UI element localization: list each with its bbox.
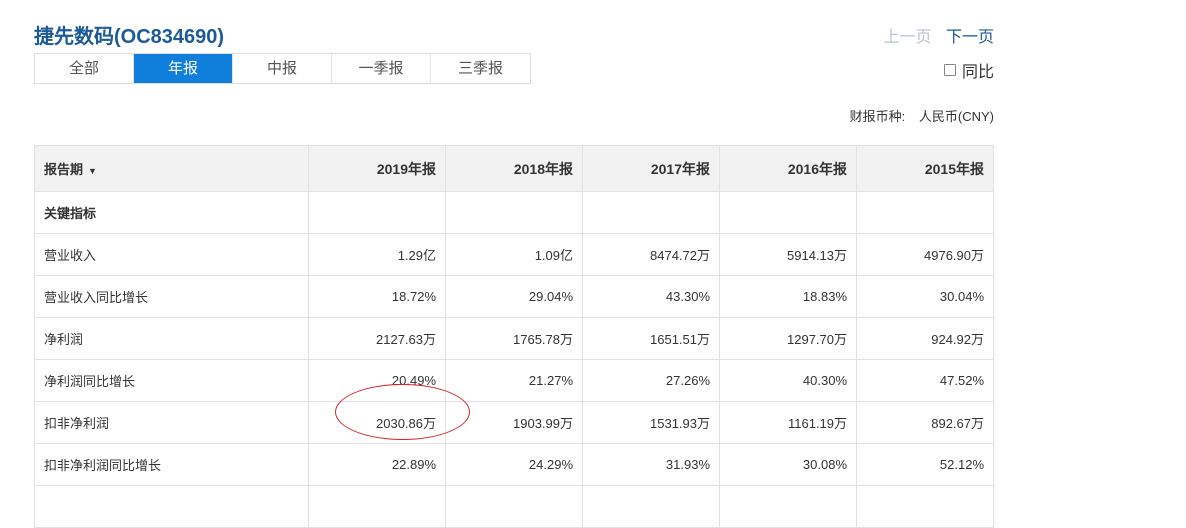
table-cell: 20.49%: [308, 359, 446, 402]
currency-label: 财报币种:: [849, 109, 906, 124]
table-cell: 1161.19万: [719, 401, 857, 444]
table-row: 营业收入同比增长 18.72% 29.04% 43.30% 18.83% 30.…: [34, 275, 994, 318]
table-cell: 18.83%: [719, 275, 857, 318]
table-cell: 22.89%: [308, 443, 446, 486]
table-cell: 4976.90万: [856, 233, 994, 276]
table-row: 扣非净利润同比增长 22.89% 24.29% 31.93% 30.08% 52…: [34, 443, 994, 486]
row-label: 净利润: [34, 317, 309, 360]
table-cell: 1531.93万: [582, 401, 720, 444]
table-cell: 924.92万: [856, 317, 994, 360]
table-header-row: 报告期 ▼ 2019年报 2018年报 2017年报 2016年报 2015年报: [34, 145, 994, 192]
table-cell: 40.30%: [719, 359, 857, 402]
column-header: 2015年报: [856, 145, 994, 192]
financial-table: 报告期 ▼ 2019年报 2018年报 2017年报 2016年报 2015年报 …: [34, 145, 994, 528]
next-page-link[interactable]: 下一页: [946, 29, 994, 46]
table-row: 扣非净利润 2030.86万 1903.99万 1531.93万 1161.19…: [34, 401, 994, 444]
report-period-label: 报告期: [44, 162, 84, 177]
table-cell: 21.27%: [445, 359, 583, 402]
table-cell: 2030.86万: [308, 401, 446, 444]
section-label: 关键指标: [34, 191, 309, 234]
table-cell: 43.30%: [582, 275, 720, 318]
row-label: 营业收入同比增长: [34, 275, 309, 318]
table-row-partial: [34, 485, 994, 528]
table-cell: 47.52%: [856, 359, 994, 402]
table-cell: 1651.51万: [582, 317, 720, 360]
table-cell: 5914.13万: [719, 233, 857, 276]
section-row: 关键指标: [34, 191, 994, 234]
table-row: 净利润同比增长 20.49% 21.27% 27.26% 40.30% 47.5…: [34, 359, 994, 402]
row-label: 扣非净利润: [34, 401, 309, 444]
currency-info: 财报币种: 人民币(CNY): [850, 106, 994, 125]
report-period-header[interactable]: 报告期 ▼: [34, 145, 309, 192]
table-cell: 52.12%: [856, 443, 994, 486]
tab-all[interactable]: 全部: [35, 54, 134, 83]
table-cell: 1297.70万: [719, 317, 857, 360]
row-label: 扣非净利润同比增长: [34, 443, 309, 486]
prev-page-link[interactable]: 上一页: [884, 29, 932, 46]
row-label: 营业收入: [34, 233, 309, 276]
tab-q1[interactable]: 一季报: [332, 54, 431, 83]
table-cell: 30.04%: [856, 275, 994, 318]
row-label: 净利润同比增长: [34, 359, 309, 402]
page-title: 捷先数码(OC834690): [34, 26, 225, 48]
table-cell: 27.26%: [582, 359, 720, 402]
yoy-label: 同比: [961, 64, 994, 81]
currency-value: 人民币(CNY): [918, 109, 994, 124]
table-cell: 18.72%: [308, 275, 446, 318]
column-header: 2018年报: [445, 145, 583, 192]
table-cell: 8474.72万: [582, 233, 720, 276]
table-cell: 1903.99万: [445, 401, 583, 444]
column-header: 2016年报: [719, 145, 857, 192]
tab-annual[interactable]: 年报: [134, 54, 233, 83]
report-type-tabs: 全部 年报 中报 一季报 三季报: [34, 53, 531, 84]
table-row: 净利润 2127.63万 1765.78万 1651.51万 1297.70万 …: [34, 317, 994, 360]
column-header: 2017年报: [582, 145, 720, 192]
yoy-toggle[interactable]: 同比: [943, 58, 994, 82]
table-cell: 24.29%: [445, 443, 583, 486]
table-cell: 1.09亿: [445, 233, 583, 276]
table-cell: 29.04%: [445, 275, 583, 318]
table-row: 营业收入 1.29亿 1.09亿 8474.72万 5914.13万 4976.…: [34, 233, 994, 276]
table-cell: 1765.78万: [445, 317, 583, 360]
column-header: 2019年报: [308, 145, 446, 192]
table-cell: 1.29亿: [308, 233, 446, 276]
tab-interim[interactable]: 中报: [233, 54, 332, 83]
sort-down-icon[interactable]: ▼: [88, 166, 97, 176]
pager: 上一页 下一页: [884, 23, 994, 47]
yoy-checkbox[interactable]: [943, 64, 956, 76]
table-cell: 31.93%: [582, 443, 720, 486]
table-cell: 30.08%: [719, 443, 857, 486]
tab-q3[interactable]: 三季报: [431, 54, 530, 83]
table-cell: 2127.63万: [308, 317, 446, 360]
table-cell: 892.67万: [856, 401, 994, 444]
